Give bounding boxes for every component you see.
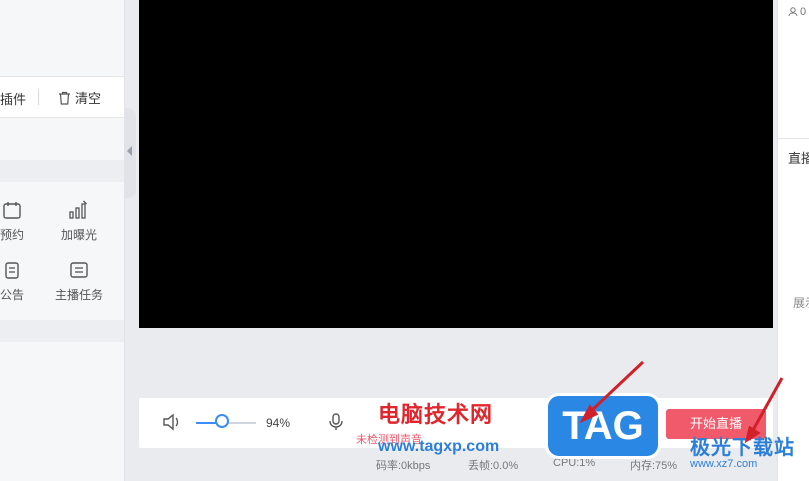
annotation-arrow xyxy=(744,377,784,444)
annotation-arrows xyxy=(579,360,784,444)
annotation-arrow xyxy=(579,360,645,424)
